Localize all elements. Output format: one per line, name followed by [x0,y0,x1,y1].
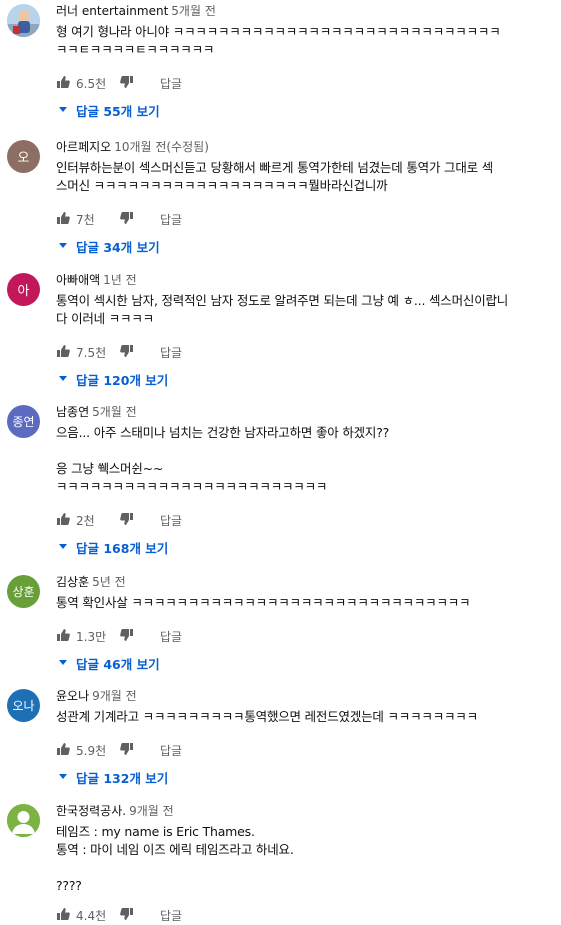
user-photo-icon [7,4,40,37]
comment-text: 성관계 기계라고 ㅋㅋㅋㅋㅋㅋㅋㅋㅋ통역했으면 레전드였겠는데 ㅋㅋㅋㅋㅋㅋㅋㅋ [56,709,478,724]
thumbs-up-icon[interactable] [56,742,70,756]
comment-author[interactable]: 러너 entertainment [56,4,168,18]
thumbs-down-icon[interactable] [120,75,134,89]
reply-button[interactable]: 답글 [160,211,182,228]
caret-down-icon [59,544,67,549]
comment-author[interactable]: 김상훈 [56,575,89,589]
caret-down-icon [59,107,67,112]
view-replies-button[interactable]: 답글 132개 보기 [56,768,553,788]
view-replies-label[interactable]: 답글 46개 보기 [76,654,160,673]
like-count: 1.3만 [76,630,107,644]
avatar[interactable] [7,804,40,837]
thumbs-up-icon[interactable] [56,512,70,526]
avatar-initials: 아 [17,284,30,299]
comment-text: 테임즈 : my name is Eric Thames. 통역 : 마이 네임… [56,824,294,893]
comment-time[interactable]: 1년 전 [103,273,137,287]
thumbs-up-icon[interactable] [56,75,70,89]
reply-button[interactable]: 답글 [160,344,182,361]
reply-button[interactable]: 답글 [160,907,182,924]
reply-button[interactable]: 답글 [160,512,182,529]
avatar-initials: 오나 [12,699,35,713]
view-replies-button[interactable]: 답글 168개 보기 [56,538,553,558]
caret-down-icon [59,774,67,779]
comment-time[interactable]: 5개월 전 [92,405,137,419]
thumbs-up-icon[interactable] [56,907,70,921]
thumbs-down-icon[interactable] [120,742,134,756]
thumbs-down-icon[interactable] [120,907,134,921]
comment-text: 형 여기 형나라 아니야 ㅋㅋㅋㅋㅋㅋㅋㅋㅋㅋㅋㅋㅋㅋㅋㅋㅋㅋㅋㅋㅋㅋㅋㅋㅋㅋㅋ… [56,24,501,57]
like-count: 6.5천 [76,77,107,91]
thumbs-down-icon[interactable] [120,344,134,358]
avatar-initials: 오 [17,151,30,166]
caret-down-icon [59,376,67,381]
caret-down-icon [59,660,67,665]
comment-author[interactable]: 아르페지오 [56,140,111,154]
thumbs-down-icon[interactable] [120,512,134,526]
comment-time[interactable]: 10개월 전(수정됨) [114,140,209,154]
view-replies-button[interactable]: 답글 46개 보기 [56,654,553,674]
reply-button[interactable]: 답글 [160,628,182,645]
like-count: 7천 [76,213,95,227]
comment-author[interactable]: 아빠애액 [56,273,100,287]
comment-author[interactable]: 남종연 [56,405,89,419]
avatar[interactable]: 오나 [7,689,40,722]
like-count: 4.4천 [76,909,107,923]
avatar-initials: 상훈 [12,585,35,599]
comment-text: 통역이 섹시한 남자, 정력적인 남자 정도로 알려주면 되는데 그냥 예 ㅎ.… [56,293,509,326]
view-replies-label[interactable]: 답글 120개 보기 [76,370,168,389]
comment-time[interactable]: 9개월 전 [129,804,174,818]
view-replies-label[interactable]: 답글 34개 보기 [76,237,160,256]
avatar[interactable]: 아 [7,273,40,306]
comment-text: 인터뷰하는분이 섹스머신듣고 당황해서 빠르게 통역가한테 넘겼는데 통역가 그… [56,160,493,193]
view-replies-label[interactable]: 답글 168개 보기 [76,538,168,557]
view-replies-button[interactable]: 답글 34개 보기 [56,237,553,257]
like-count: 7.5천 [76,346,107,360]
reply-button[interactable]: 답글 [160,742,182,759]
view-replies-label[interactable]: 답글 132개 보기 [76,768,168,787]
comment-author[interactable]: 윤오나 [56,689,89,703]
thumbs-up-icon[interactable] [56,211,70,225]
avatar[interactable] [7,4,40,37]
thumbs-up-icon[interactable] [56,628,70,642]
view-replies-button[interactable]: 답글 120개 보기 [56,370,553,390]
reply-button[interactable]: 답글 [160,75,182,92]
comment-time[interactable]: 5개월 전 [171,4,216,18]
default-user-icon [7,804,40,837]
avatar-initials: 종연 [12,415,35,429]
view-replies-label[interactable]: 답글 55개 보기 [76,101,160,120]
avatar[interactable]: 종연 [7,405,40,438]
comment-time[interactable]: 9개월 전 [92,689,137,703]
avatar[interactable]: 상훈 [7,575,40,608]
comment-text: 통역 확인사살 ㅋㅋㅋㅋㅋㅋㅋㅋㅋㅋㅋㅋㅋㅋㅋㅋㅋㅋㅋㅋㅋㅋㅋㅋㅋㅋㅋㅋㅋㅋ [56,595,471,610]
comment-author[interactable]: 한국정력공사. [56,804,126,818]
caret-down-icon [59,243,67,248]
comment-text: 으음... 아주 스태미나 넘치는 건강한 남자라고하면 좋아 하겠지?? 응 … [56,425,390,494]
view-replies-button[interactable]: 답글 55개 보기 [56,101,553,121]
avatar[interactable]: 오 [7,140,40,173]
comment-time[interactable]: 5년 전 [92,575,126,589]
thumbs-down-icon[interactable] [120,211,134,225]
thumbs-up-icon[interactable] [56,344,70,358]
like-count: 2천 [76,514,95,528]
thumbs-down-icon[interactable] [120,628,134,642]
like-count: 5.9천 [76,744,107,758]
